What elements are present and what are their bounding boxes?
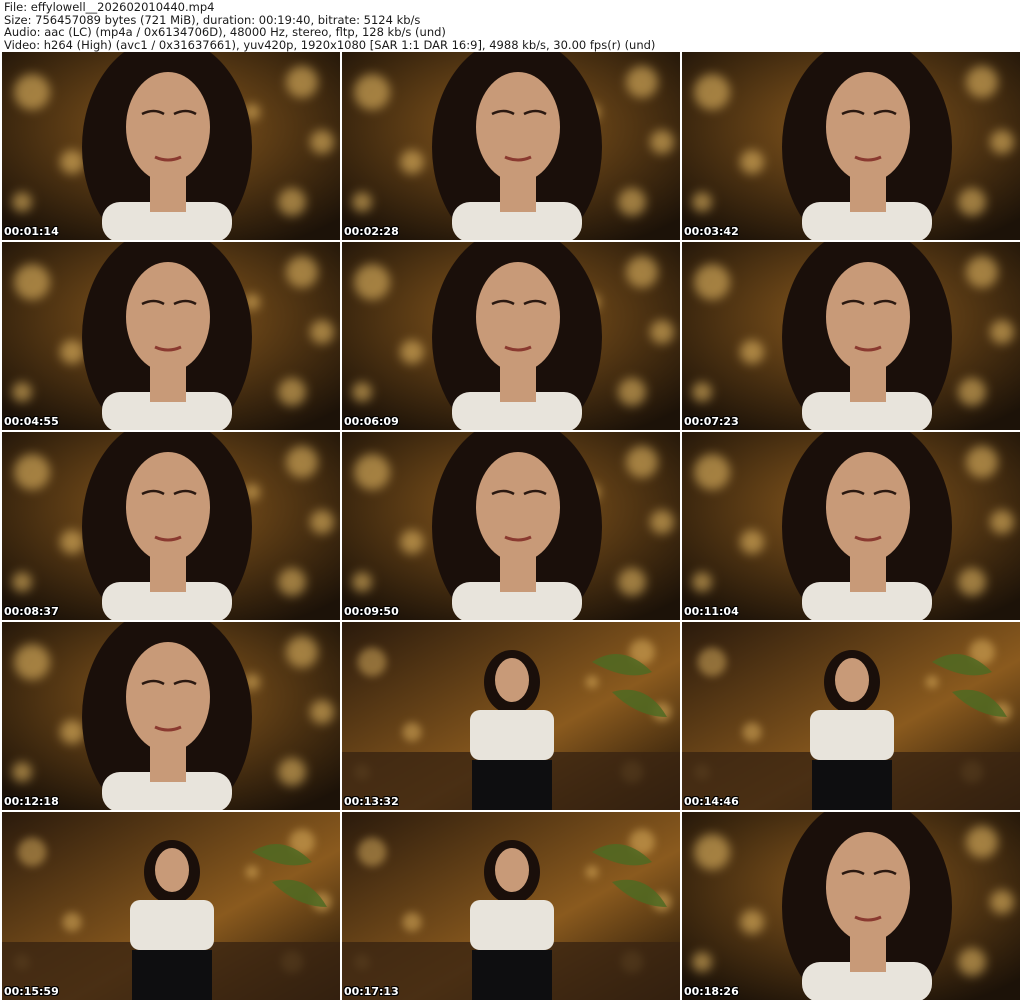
thumbnail-grid: 00:01:14 00:02:28 00:03:42 00:04:55 00:0… — [2, 52, 1022, 1002]
video-frame-thumbnail: 00:11:04 — [682, 432, 1020, 620]
frame-timestamp: 00:02:28 — [344, 225, 399, 238]
frame-image — [342, 432, 680, 620]
frame-image — [682, 52, 1020, 240]
frame-image — [342, 242, 680, 430]
video-frame-thumbnail: 00:13:32 — [342, 622, 680, 810]
frame-timestamp: 00:17:13 — [344, 985, 399, 998]
frame-image — [342, 812, 680, 1000]
frame-image — [682, 812, 1020, 1000]
video-frame-thumbnail: 00:14:46 — [682, 622, 1020, 810]
frame-image — [682, 432, 1020, 620]
frame-timestamp: 00:18:26 — [684, 985, 739, 998]
video-frame-thumbnail: 00:03:42 — [682, 52, 1020, 240]
video-frame-thumbnail: 00:18:26 — [682, 812, 1020, 1000]
video-frame-thumbnail: 00:17:13 — [342, 812, 680, 1000]
video-line: Video: h264 (High) (avc1 / 0x31637661), … — [4, 37, 656, 52]
video-frame-thumbnail: 00:07:23 — [682, 242, 1020, 430]
frame-timestamp: 00:15:59 — [4, 985, 59, 998]
frame-timestamp: 00:13:32 — [344, 795, 399, 808]
video-frame-thumbnail: 00:01:14 — [2, 52, 340, 240]
frame-timestamp: 00:14:46 — [684, 795, 739, 808]
video-frame-thumbnail: 00:09:50 — [342, 432, 680, 620]
frame-image — [682, 622, 1020, 810]
file-name-line: File: effylowell__202602010440.mp4 — [4, 0, 215, 14]
frame-image — [2, 812, 340, 1000]
video-frame-thumbnail: 00:12:18 — [2, 622, 340, 810]
frame-timestamp: 00:04:55 — [4, 415, 59, 428]
video-frame-thumbnail: 00:15:59 — [2, 812, 340, 1000]
frame-image — [342, 622, 680, 810]
frame-image — [682, 242, 1020, 430]
audio-line: Audio: aac (LC) (mp4a / 0x6134706D), 480… — [4, 25, 446, 39]
frame-timestamp: 00:09:50 — [344, 605, 399, 618]
frame-image — [2, 242, 340, 430]
frame-timestamp: 00:11:04 — [684, 605, 739, 618]
frame-image — [342, 52, 680, 240]
frame-image — [2, 432, 340, 620]
frame-timestamp: 00:03:42 — [684, 225, 739, 238]
frame-timestamp: 00:12:18 — [4, 795, 59, 808]
video-frame-thumbnail: 00:08:37 — [2, 432, 340, 620]
frame-image — [2, 622, 340, 810]
frame-image — [2, 52, 340, 240]
video-frame-thumbnail: 00:06:09 — [342, 242, 680, 430]
frame-timestamp: 00:06:09 — [344, 415, 399, 428]
video-info-header: File: effylowell__202602010440.mp4 Size:… — [4, 1, 1020, 51]
frame-timestamp: 00:01:14 — [4, 225, 59, 238]
frame-timestamp: 00:08:37 — [4, 605, 59, 618]
video-frame-thumbnail: 00:04:55 — [2, 242, 340, 430]
frame-timestamp: 00:07:23 — [684, 415, 739, 428]
video-frame-thumbnail: 00:02:28 — [342, 52, 680, 240]
